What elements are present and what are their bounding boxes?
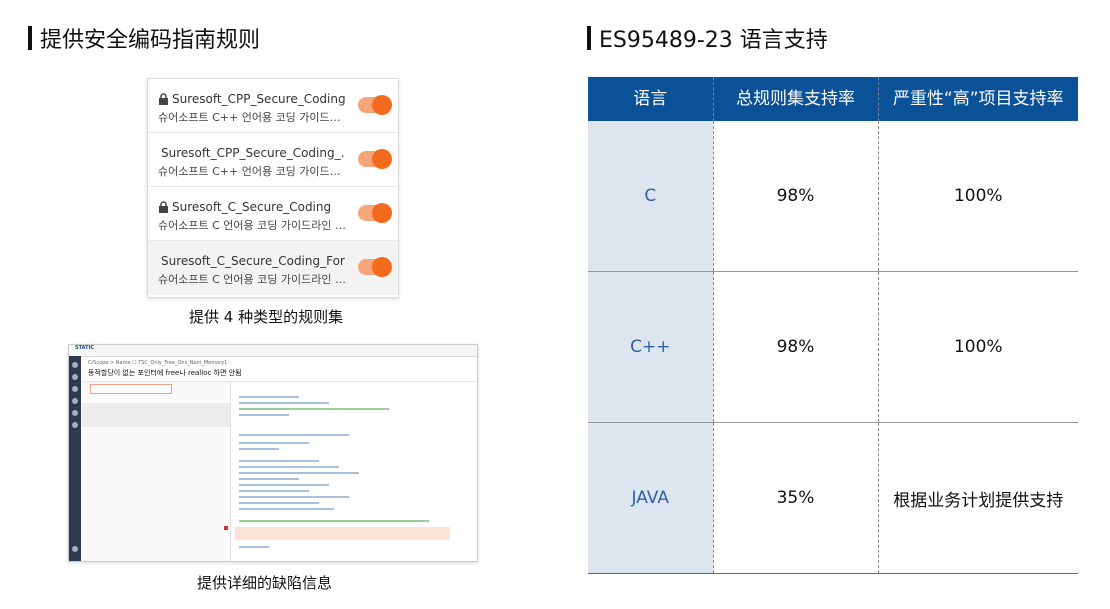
left-section-title: 提供安全编码指南规则 — [28, 22, 260, 54]
high-support-cell: 100% — [877, 121, 1078, 272]
total-support-cell: 98% — [712, 121, 878, 272]
defect-detail-screenshot: STATIC C/Scope > Name ☐ TSC_Only_Free_On… — [68, 344, 478, 562]
ruleset-item[interactable]: Suresoft_CPP_Secure_Coding 슈어소프트 C++ 언어용… — [148, 79, 398, 133]
total-support-cell: 35% — [712, 422, 878, 574]
screenshot-title: 동적할당이 없는 포인터에 free나 realloc 하면 안됨 — [88, 369, 242, 377]
screenshot-header: C/Scope > Name ☐ TSC_Only_Free_Ons_Next_… — [82, 357, 477, 382]
table-row: C 98% 100% — [588, 121, 1078, 272]
table-header: 语言 — [588, 77, 713, 121]
high-support-cell: 根据业务计划提供支持 — [877, 422, 1078, 574]
nav-icon — [72, 398, 78, 404]
nav-icon — [72, 374, 78, 380]
code-line — [239, 546, 269, 548]
lock-icon — [159, 201, 168, 213]
code-line — [239, 472, 359, 474]
ruleset-name: Suresoft_C_Secure_Coding — [172, 200, 332, 214]
code-line — [239, 460, 319, 462]
code-line — [239, 414, 289, 416]
left-section-title-text: 提供安全编码指南规则 — [40, 28, 261, 53]
ruleset-item[interactable]: Suresoft_CPP_Secure_Coding_… 슈어소프트 C++ 언… — [148, 133, 398, 187]
title-bar-marker — [28, 26, 32, 50]
defect-marker — [224, 526, 228, 530]
table-header: 严重性“高”项目支持率 — [877, 77, 1078, 121]
lock-icon — [159, 93, 168, 105]
title-bar-marker — [587, 26, 591, 50]
ruleset-item[interactable]: Suresoft_C_Secure_Coding_For… 슈어소프트 C 언어… — [148, 241, 398, 295]
screenshot-logo: STATIC — [75, 345, 95, 351]
screenshot-sidenav — [69, 356, 81, 561]
screenshot-defect-item — [82, 403, 230, 427]
language-support-table: 语言 总规则集支持率 严重性“高”项目支持率 C 98% 100% C++ 98… — [588, 77, 1078, 574]
nav-icon — [72, 422, 78, 428]
table-header-row: 语言 总规则集支持率 严重性“高”项目支持率 — [588, 77, 1078, 121]
code-line — [239, 408, 389, 410]
screenshot-breadcrumb: C/Scope > Name ☐ TSC_Only_Free_Ons_Next_… — [88, 360, 228, 366]
ruleset-toggle[interactable] — [358, 149, 392, 169]
ruleset-name: Suresoft_C_Secure_Coding_For… — [161, 254, 346, 268]
code-line — [239, 484, 329, 486]
ruleset-toggle[interactable] — [358, 95, 392, 115]
defect-caption: 提供详细的缺陷信息 — [197, 574, 333, 592]
right-section-title-text: ES95489-23 语言支持 — [599, 28, 828, 53]
toggle-knob — [372, 95, 392, 115]
ruleset-desc: 슈어소프트 C 언어용 코딩 가이드라인 … — [158, 219, 346, 232]
nav-icon — [72, 410, 78, 416]
ruleset-name: Suresoft_CPP_Secure_Coding_… — [161, 146, 346, 160]
code-line — [239, 508, 334, 510]
right-section-title: ES95489-23 语言支持 — [587, 22, 828, 54]
screenshot-code-view — [231, 382, 477, 561]
ruleset-desc: 슈어소프트 C++ 언어용 코딩 가이드라… — [158, 111, 348, 124]
language-cell: JAVA — [588, 422, 713, 574]
ruleset-panel: Suresoft_CPP_Secure_Coding 슈어소프트 C++ 언어용… — [147, 78, 399, 298]
screenshot-button — [90, 384, 172, 394]
settings-icon — [72, 546, 78, 552]
screenshot-defect-list — [82, 382, 231, 561]
toggle-knob — [372, 203, 392, 223]
code-line — [239, 434, 349, 436]
toggle-knob — [372, 257, 392, 277]
code-line — [239, 496, 349, 498]
table-header: 总规则集支持率 — [712, 77, 878, 121]
code-line — [239, 396, 299, 398]
high-support-cell: 100% — [877, 271, 1078, 423]
ruleset-caption: 提供 4 种类型的规则集 — [189, 308, 344, 326]
code-line — [239, 502, 319, 504]
ruleset-desc: 슈어소프트 C++ 언어용 코딩 가이드라… — [158, 165, 348, 178]
table-row: C++ 98% 100% — [588, 271, 1078, 423]
ruleset-toggle[interactable] — [358, 203, 392, 223]
toggle-knob — [372, 149, 392, 169]
code-line — [239, 490, 309, 492]
nav-icon — [72, 386, 78, 392]
code-line — [239, 478, 299, 480]
ruleset-desc: 슈어소프트 C 언어용 코딩 가이드라인 … — [158, 273, 346, 286]
language-cell: C++ — [588, 271, 713, 423]
code-line — [239, 520, 429, 522]
language-cell: C — [588, 121, 713, 272]
defect-highlight — [235, 527, 450, 540]
total-support-cell: 98% — [712, 271, 878, 423]
code-line — [239, 402, 329, 404]
screenshot-topbar: STATIC — [69, 345, 477, 357]
ruleset-toggle[interactable] — [358, 257, 392, 277]
table-row: JAVA 35% 根据业务计划提供支持 — [588, 422, 1078, 574]
ruleset-name: Suresoft_CPP_Secure_Coding — [172, 92, 346, 106]
code-line — [239, 442, 309, 444]
code-line — [239, 448, 279, 450]
ruleset-item[interactable]: Suresoft_C_Secure_Coding 슈어소프트 C 언어용 코딩 … — [148, 187, 398, 241]
nav-icon — [72, 362, 78, 368]
code-line — [239, 466, 339, 468]
